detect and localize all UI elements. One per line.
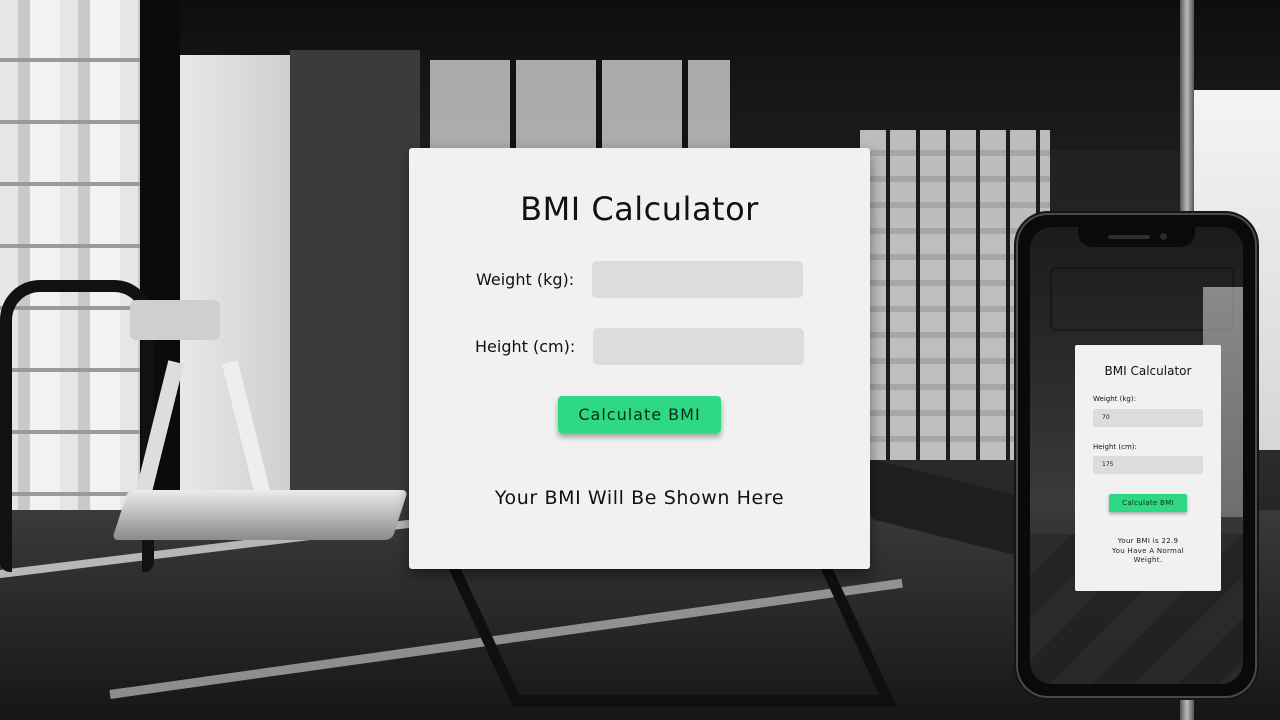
phone-screen: BMI Calculator Weight (kg): 70 Height (c…: [1030, 227, 1243, 684]
phone-calculate-button: Calculate BMI: [1109, 494, 1187, 512]
phone-result-text: Your BMI is 22.9 You Have A Normal Weigh…: [1100, 537, 1196, 566]
weight-row: Weight (kg):: [409, 261, 870, 299]
phone-notch: [1078, 227, 1195, 247]
bg-treadmill: [111, 300, 409, 540]
phone-height-input: 175: [1093, 456, 1203, 474]
bmi-calculator-card: BMI Calculator Weight (kg): Height (cm):…: [409, 148, 870, 569]
phone-weight-label: Weight (kg):: [1093, 395, 1136, 403]
height-input[interactable]: [593, 328, 804, 365]
page-title: BMI Calculator: [520, 190, 759, 228]
bg-treadmill-arm: [132, 360, 184, 510]
bg-window-top: [430, 60, 730, 150]
weight-label: Weight (kg):: [476, 270, 575, 289]
phone-camera-icon: [1160, 233, 1167, 240]
height-label: Height (cm):: [475, 337, 576, 356]
calculate-bmi-button[interactable]: Calculate BMI: [558, 396, 721, 433]
phone-speaker: [1108, 235, 1150, 239]
phone-title: BMI Calculator: [1104, 364, 1192, 378]
bg-treadmill-console: [130, 300, 220, 340]
phone-mockup: BMI Calculator Weight (kg): 70 Height (c…: [1018, 215, 1255, 696]
weight-input[interactable]: [592, 261, 803, 298]
bmi-result-text: Your BMI Will Be Shown Here: [494, 487, 785, 509]
phone-height-label: Height (cm):: [1093, 443, 1137, 451]
phone-bmi-card: BMI Calculator Weight (kg): 70 Height (c…: [1075, 345, 1221, 591]
phone-result-line: Your BMI is 22.9: [1117, 537, 1179, 545]
phone-result-line: Weight.: [1133, 556, 1163, 564]
bg-bench-frame: [446, 565, 898, 707]
bg-treadmill-arm: [222, 360, 274, 510]
bg-treadmill-base: [111, 490, 409, 540]
phone-weight-input: 70: [1093, 409, 1203, 427]
height-row: Height (cm):: [409, 328, 870, 366]
phone-result-line: You Have A Normal: [1112, 546, 1184, 555]
